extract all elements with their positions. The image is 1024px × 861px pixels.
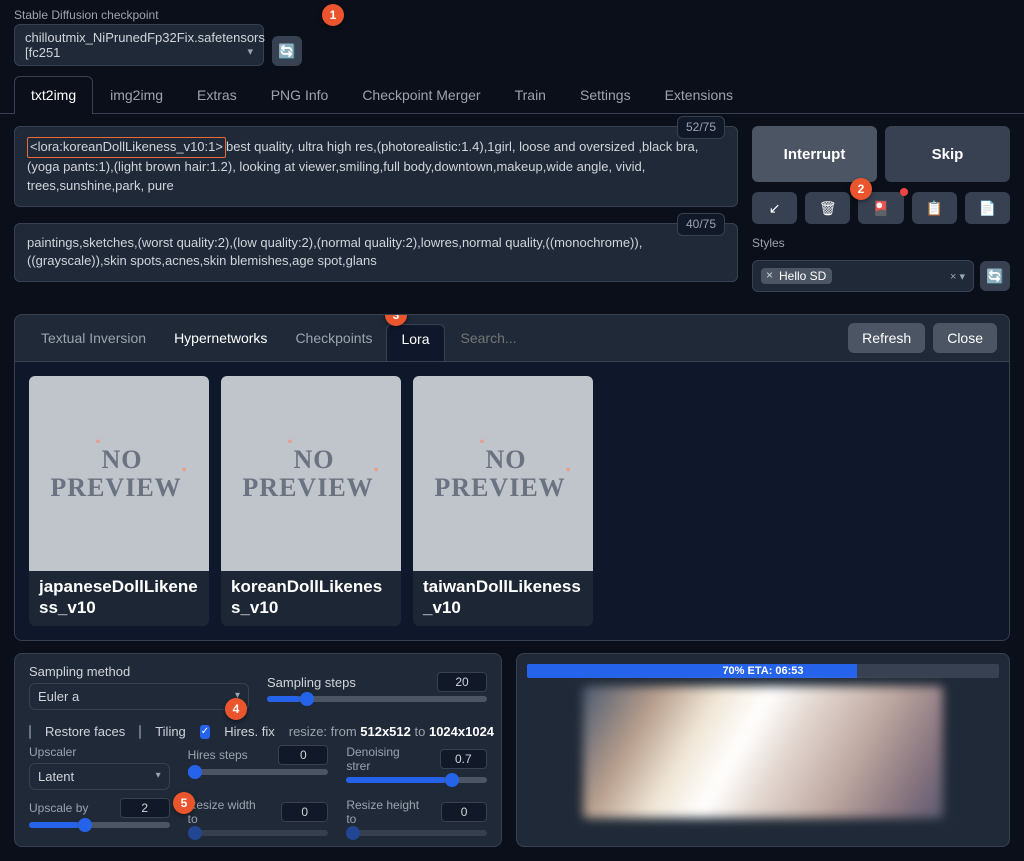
upscale-by-label: Upscale by xyxy=(29,801,88,815)
prompt-counter: 52/75 xyxy=(677,116,725,139)
resize-width-slider[interactable] xyxy=(188,830,329,836)
styles-select[interactable]: Hello SD × ▾ xyxy=(752,260,974,292)
arrow-icon[interactable]: ↙ xyxy=(752,192,797,224)
apply-style-button[interactable]: 🔄 xyxy=(980,261,1010,291)
denoise-slider[interactable] xyxy=(346,777,487,783)
lora-card[interactable]: NOPREVIEWkoreanDollLikeness_v10 xyxy=(221,376,401,626)
trash-icon[interactable]: 🗑 xyxy=(805,192,850,224)
progress-text: 70% ETA: 06:53 xyxy=(527,664,999,678)
hires-resize-info: resize: from 512x512 to 1024x1024 xyxy=(289,724,494,739)
tab-txt2img[interactable]: txt2img xyxy=(14,76,93,114)
extra-networks-panel: 3 Textual Inversion Hypernetworks Checkp… xyxy=(14,314,1010,641)
resize-width-label: Resize width to xyxy=(188,798,264,826)
extab-textual-inversion[interactable]: Textual Inversion xyxy=(27,324,160,352)
refresh-checkpoint-button[interactable]: 🔄 xyxy=(272,36,302,66)
tiling-checkbox[interactable] xyxy=(139,725,141,739)
resize-width-value[interactable]: 0 xyxy=(281,802,328,822)
annotation-1: 1 xyxy=(322,4,344,26)
close-extras-button[interactable]: Close xyxy=(933,323,997,353)
checkpoint-select[interactable]: chilloutmix_NiPrunedFp32Fix.safetensors … xyxy=(14,24,264,66)
sampling-steps-label: Sampling steps xyxy=(267,675,356,690)
generation-settings-panel: Sampling method Euler a Sampling steps20… xyxy=(14,653,502,847)
hires-fix-checkbox[interactable]: ✓ xyxy=(200,725,210,739)
refresh-extras-button[interactable]: Refresh xyxy=(848,323,925,353)
restore-faces-checkbox[interactable] xyxy=(29,725,31,739)
sampling-method-label: Sampling method xyxy=(29,664,249,679)
skip-button[interactable]: Skip xyxy=(885,126,1010,182)
negative-prompt-text: paintings,sketches,(worst quality:2),(lo… xyxy=(27,235,642,269)
extra-networks-icon[interactable]: 🎴 xyxy=(858,192,903,224)
tab-extensions[interactable]: Extensions xyxy=(648,76,750,113)
upscale-by-value[interactable]: 2 xyxy=(120,798,170,818)
hires-steps-label: Hires steps xyxy=(188,748,248,762)
hires-steps-value[interactable]: 0 xyxy=(278,745,328,765)
lora-card[interactable]: NOPREVIEWtaiwanDollLikeness_v10 xyxy=(413,376,593,626)
extab-hypernetworks[interactable]: Hypernetworks xyxy=(160,324,281,352)
upscale-by-slider[interactable] xyxy=(29,822,170,828)
upscaler-label: Upscaler xyxy=(29,745,170,759)
extra-search-input[interactable] xyxy=(459,329,841,347)
tab-checkpoint-merger[interactable]: Checkpoint Merger xyxy=(345,76,497,113)
sampling-method-select[interactable]: Euler a xyxy=(29,683,249,710)
file-icon[interactable]: 📄 xyxy=(965,192,1010,224)
main-tabs: txt2img img2img Extras PNG Info Checkpoi… xyxy=(0,76,1024,114)
lora-card[interactable]: NOPREVIEWjapaneseDollLikeness_v10 xyxy=(29,376,209,626)
resize-height-slider[interactable] xyxy=(346,830,487,836)
output-panel: 70% ETA: 06:53 xyxy=(516,653,1010,847)
resize-height-value[interactable]: 0 xyxy=(441,802,487,822)
prompt-textbox[interactable]: 52/75 <lora:koreanDollLikeness_v10:1>bes… xyxy=(14,126,738,207)
tab-extras[interactable]: Extras xyxy=(180,76,254,113)
sampling-steps-value[interactable]: 20 xyxy=(437,672,487,692)
resize-height-label: Resize height to xyxy=(346,798,423,826)
tab-png-info[interactable]: PNG Info xyxy=(254,76,346,113)
preview-image xyxy=(583,686,943,818)
tab-train[interactable]: Train xyxy=(498,76,563,113)
denoise-label: Denoising strer xyxy=(346,745,421,773)
checkpoint-label: Stable Diffusion checkpoint xyxy=(14,8,264,22)
extab-checkpoints[interactable]: Checkpoints xyxy=(281,324,386,352)
prompt-lora-tag: <lora:koreanDollLikeness_v10:1> xyxy=(27,137,226,158)
clipboard-icon[interactable]: 📋 xyxy=(912,192,957,224)
hires-steps-slider[interactable] xyxy=(188,769,329,775)
negative-prompt-textbox[interactable]: 40/75 paintings,sketches,(worst quality:… xyxy=(14,223,738,283)
progress-bar: 70% ETA: 06:53 xyxy=(527,664,999,678)
styles-label: Styles xyxy=(752,236,1010,250)
extab-lora[interactable]: Lora xyxy=(386,324,444,361)
sampling-steps-slider[interactable] xyxy=(267,696,487,702)
tab-settings[interactable]: Settings xyxy=(563,76,648,113)
tab-img2img[interactable]: img2img xyxy=(93,76,180,113)
denoise-value[interactable]: 0.7 xyxy=(440,749,487,769)
negative-prompt-counter: 40/75 xyxy=(677,213,725,236)
interrupt-button[interactable]: Interrupt xyxy=(752,126,877,182)
style-chip[interactable]: Hello SD xyxy=(761,268,832,284)
